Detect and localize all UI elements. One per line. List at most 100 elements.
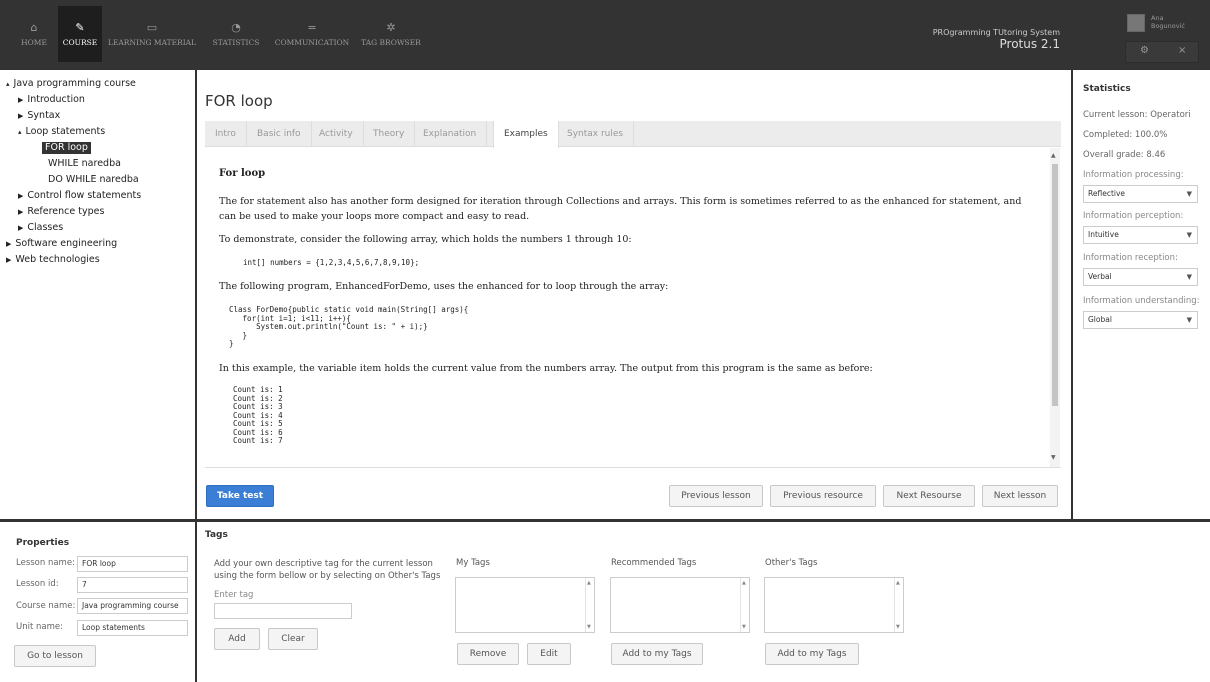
- output-block: Count is: 1 Count is: 2 Count is: 3 Coun…: [233, 385, 283, 445]
- scroll-up-icon[interactable]: ▲: [1051, 152, 1056, 159]
- list-scrollbar[interactable]: ▲ ▼: [894, 578, 903, 632]
- previous-resource-button[interactable]: Previous resource: [770, 485, 876, 507]
- add-others-button[interactable]: Add to my Tags: [765, 643, 859, 665]
- tab-examples[interactable]: Examples: [493, 121, 559, 148]
- expand-icon[interactable]: ▶: [18, 224, 23, 232]
- reception-select[interactable]: Verbal ▼: [1083, 268, 1198, 286]
- logout-icon[interactable]: ×: [1178, 45, 1186, 56]
- remove-tag-button[interactable]: Remove: [457, 643, 519, 665]
- processing-select[interactable]: Reflective ▼: [1083, 185, 1198, 203]
- lesson-id-field[interactable]: 7: [77, 577, 188, 593]
- content-paragraph: The for statement also has another form …: [219, 196, 1022, 222]
- code-block: Class ForDemo{public static void main(St…: [229, 305, 469, 348]
- next-resource-button[interactable]: Next Resourse: [883, 485, 975, 507]
- scroll-thumb[interactable]: [1052, 164, 1058, 406]
- enter-tag-label: Enter tag: [214, 590, 254, 600]
- lines-icon: =: [307, 21, 317, 34]
- course-name-field[interactable]: Java programming course: [77, 598, 188, 614]
- tree-node-label: Web technologies: [15, 254, 100, 265]
- take-test-button[interactable]: Take test: [206, 485, 274, 507]
- tree-node-web-technologies[interactable]: ▶ Web technologies: [6, 254, 100, 266]
- add-tag-button[interactable]: Add: [214, 628, 260, 650]
- expand-icon[interactable]: ▶: [18, 96, 23, 104]
- tree-node-loop-statements[interactable]: ▴ Loop statements: [18, 126, 105, 138]
- content-scrollbar[interactable]: ▲ ▼: [1050, 148, 1060, 467]
- nav-statistics[interactable]: ◔ STATISTICS: [208, 6, 264, 62]
- tab-theory[interactable]: Theory: [363, 121, 416, 147]
- content-paragraph: The following program, EnhancedForDemo, …: [219, 281, 669, 292]
- expand-icon[interactable]: ▶: [18, 208, 23, 216]
- tree-node-label: Loop statements: [25, 126, 106, 137]
- clear-tag-button[interactable]: Clear: [268, 628, 318, 650]
- tree-node-control-flow[interactable]: ▶ Control flow statements: [18, 190, 141, 202]
- tree-node-label: Control flow statements: [27, 190, 142, 201]
- nav-learning-material[interactable]: ▭ LEARNING MATERIAL: [104, 6, 200, 62]
- tab-basic-info[interactable]: Basic info: [247, 121, 312, 147]
- understanding-label: Information understanding:: [1083, 296, 1200, 306]
- tree-node-classes[interactable]: ▶ Classes: [18, 222, 63, 234]
- tree-node-reference-types[interactable]: ▶ Reference types: [18, 206, 104, 218]
- expand-icon[interactable]: ▶: [18, 192, 23, 200]
- tags-instructions: Add your own descriptive tag for the cur…: [214, 559, 441, 581]
- tree-node-for-loop[interactable]: FOR loop: [42, 142, 91, 154]
- tab-intro[interactable]: Intro: [205, 121, 247, 147]
- edit-tag-button[interactable]: Edit: [527, 643, 571, 665]
- tree-node-label: Introduction: [27, 94, 85, 105]
- list-scrollbar[interactable]: ▲ ▼: [585, 578, 594, 632]
- list-scrollbar[interactable]: ▲ ▼: [740, 578, 749, 632]
- expand-icon[interactable]: ▶: [6, 256, 11, 264]
- expand-icon[interactable]: ▶: [6, 240, 11, 248]
- nav-home[interactable]: ⌂ HOME: [12, 6, 56, 62]
- chevron-down-icon: ▼: [1186, 231, 1192, 239]
- current-lesson-text: Current lesson: Operatori: [1083, 110, 1191, 120]
- avatar[interactable]: [1127, 14, 1145, 32]
- tree-node-label: WHILE naredba: [48, 158, 121, 169]
- user-box: Ana Bogunović ⚙ ×: [1125, 14, 1203, 63]
- calendar-icon: ▭: [146, 21, 158, 34]
- course-tree: ▴ Java programming course ▶ Introduction ▶…: [0, 70, 197, 519]
- chevron-down-icon: ▼: [1186, 316, 1192, 324]
- collapse-icon[interactable]: ▴: [6, 80, 10, 88]
- tab-syntax-rules[interactable]: Syntax rules: [557, 121, 635, 147]
- gear-icon: ✲: [386, 21, 396, 34]
- scroll-down-icon[interactable]: ▼: [1051, 454, 1056, 461]
- lesson-name-field[interactable]: FOR loop: [77, 556, 188, 572]
- chevron-down-icon: ▼: [1186, 273, 1192, 281]
- tree-node-label: Software engineering: [15, 238, 118, 249]
- go-to-lesson-button[interactable]: Go to lesson: [14, 645, 96, 667]
- brand-subtitle: PROgramming TUtoring System: [932, 28, 1060, 37]
- settings-icon[interactable]: ⚙: [1140, 45, 1149, 56]
- tree-node-syntax[interactable]: ▶ Syntax: [18, 110, 60, 122]
- understanding-select[interactable]: Global ▼: [1083, 311, 1198, 329]
- nav-communication[interactable]: = COMMUNICATION: [270, 6, 354, 62]
- tree-node-java-course[interactable]: ▴ Java programming course: [6, 78, 136, 90]
- tag-input[interactable]: [214, 603, 352, 619]
- tree-node-software-engineering[interactable]: ▶ Software engineering: [6, 238, 117, 250]
- tree-node-do-while[interactable]: DO WHILE naredba: [48, 174, 139, 186]
- expand-icon[interactable]: ▶: [18, 112, 23, 120]
- perception-select[interactable]: Intuitive ▼: [1083, 226, 1198, 244]
- recommended-tags-list[interactable]: ▲ ▼: [610, 577, 750, 633]
- tree-node-label: Java programming course: [13, 78, 136, 89]
- others-tags-list[interactable]: ▲ ▼: [764, 577, 904, 633]
- nav-label: LEARNING MATERIAL: [107, 38, 197, 47]
- perception-label: Information perception:: [1083, 211, 1184, 221]
- tab-explanation[interactable]: Explanation: [413, 121, 488, 147]
- my-tags-list[interactable]: ▲ ▼: [455, 577, 595, 633]
- previous-lesson-button[interactable]: Previous lesson: [669, 485, 763, 507]
- next-lesson-button[interactable]: Next lesson: [982, 485, 1058, 507]
- nav-tag-browser[interactable]: ✲ TAG BROWSER: [358, 6, 424, 62]
- collapse-icon[interactable]: ▴: [18, 128, 22, 136]
- tree-node-while[interactable]: WHILE naredba: [48, 158, 121, 170]
- reception-label: Information reception:: [1083, 253, 1178, 263]
- add-recommended-button[interactable]: Add to my Tags: [611, 643, 703, 665]
- lesson-content: For loop The for statement also has anot…: [205, 148, 1061, 468]
- page-title: FOR loop: [205, 92, 273, 110]
- brand: PROgramming TUtoring System Protus 2.1: [933, 28, 1060, 51]
- unit-name-field[interactable]: Loop statements: [77, 620, 188, 636]
- tree-node-introduction[interactable]: ▶ Introduction: [18, 94, 85, 106]
- lesson-panel: FOR loop Intro Basic info Activity Theor…: [197, 70, 1071, 519]
- nav-course[interactable]: ✎ COURSE: [58, 6, 102, 62]
- tab-activity[interactable]: Activity: [309, 121, 364, 147]
- properties-title: Properties: [16, 538, 70, 548]
